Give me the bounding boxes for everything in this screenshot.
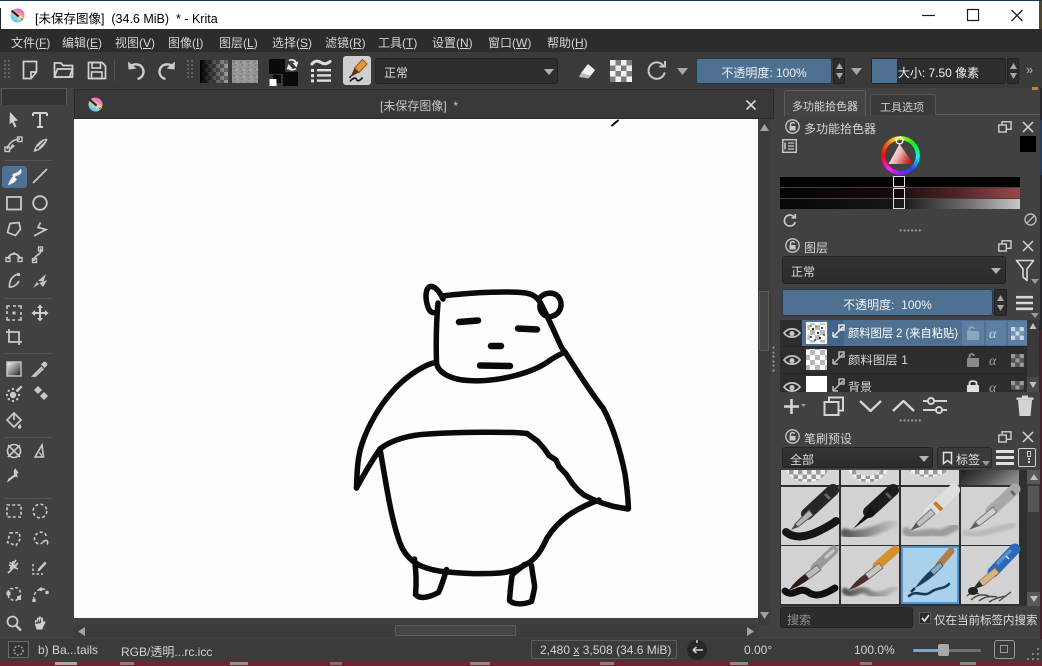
svg-text:α: α xyxy=(989,381,997,392)
svg-text:背景: 背景 xyxy=(848,380,872,392)
svg-text:α: α xyxy=(989,354,997,369)
svg-text:颜料图层 2 (来自粘贴): 颜料图层 2 (来自粘贴) xyxy=(848,326,958,340)
svg-text:颜料图层 1: 颜料图层 1 xyxy=(848,353,908,367)
svg-text:α: α xyxy=(989,327,997,342)
